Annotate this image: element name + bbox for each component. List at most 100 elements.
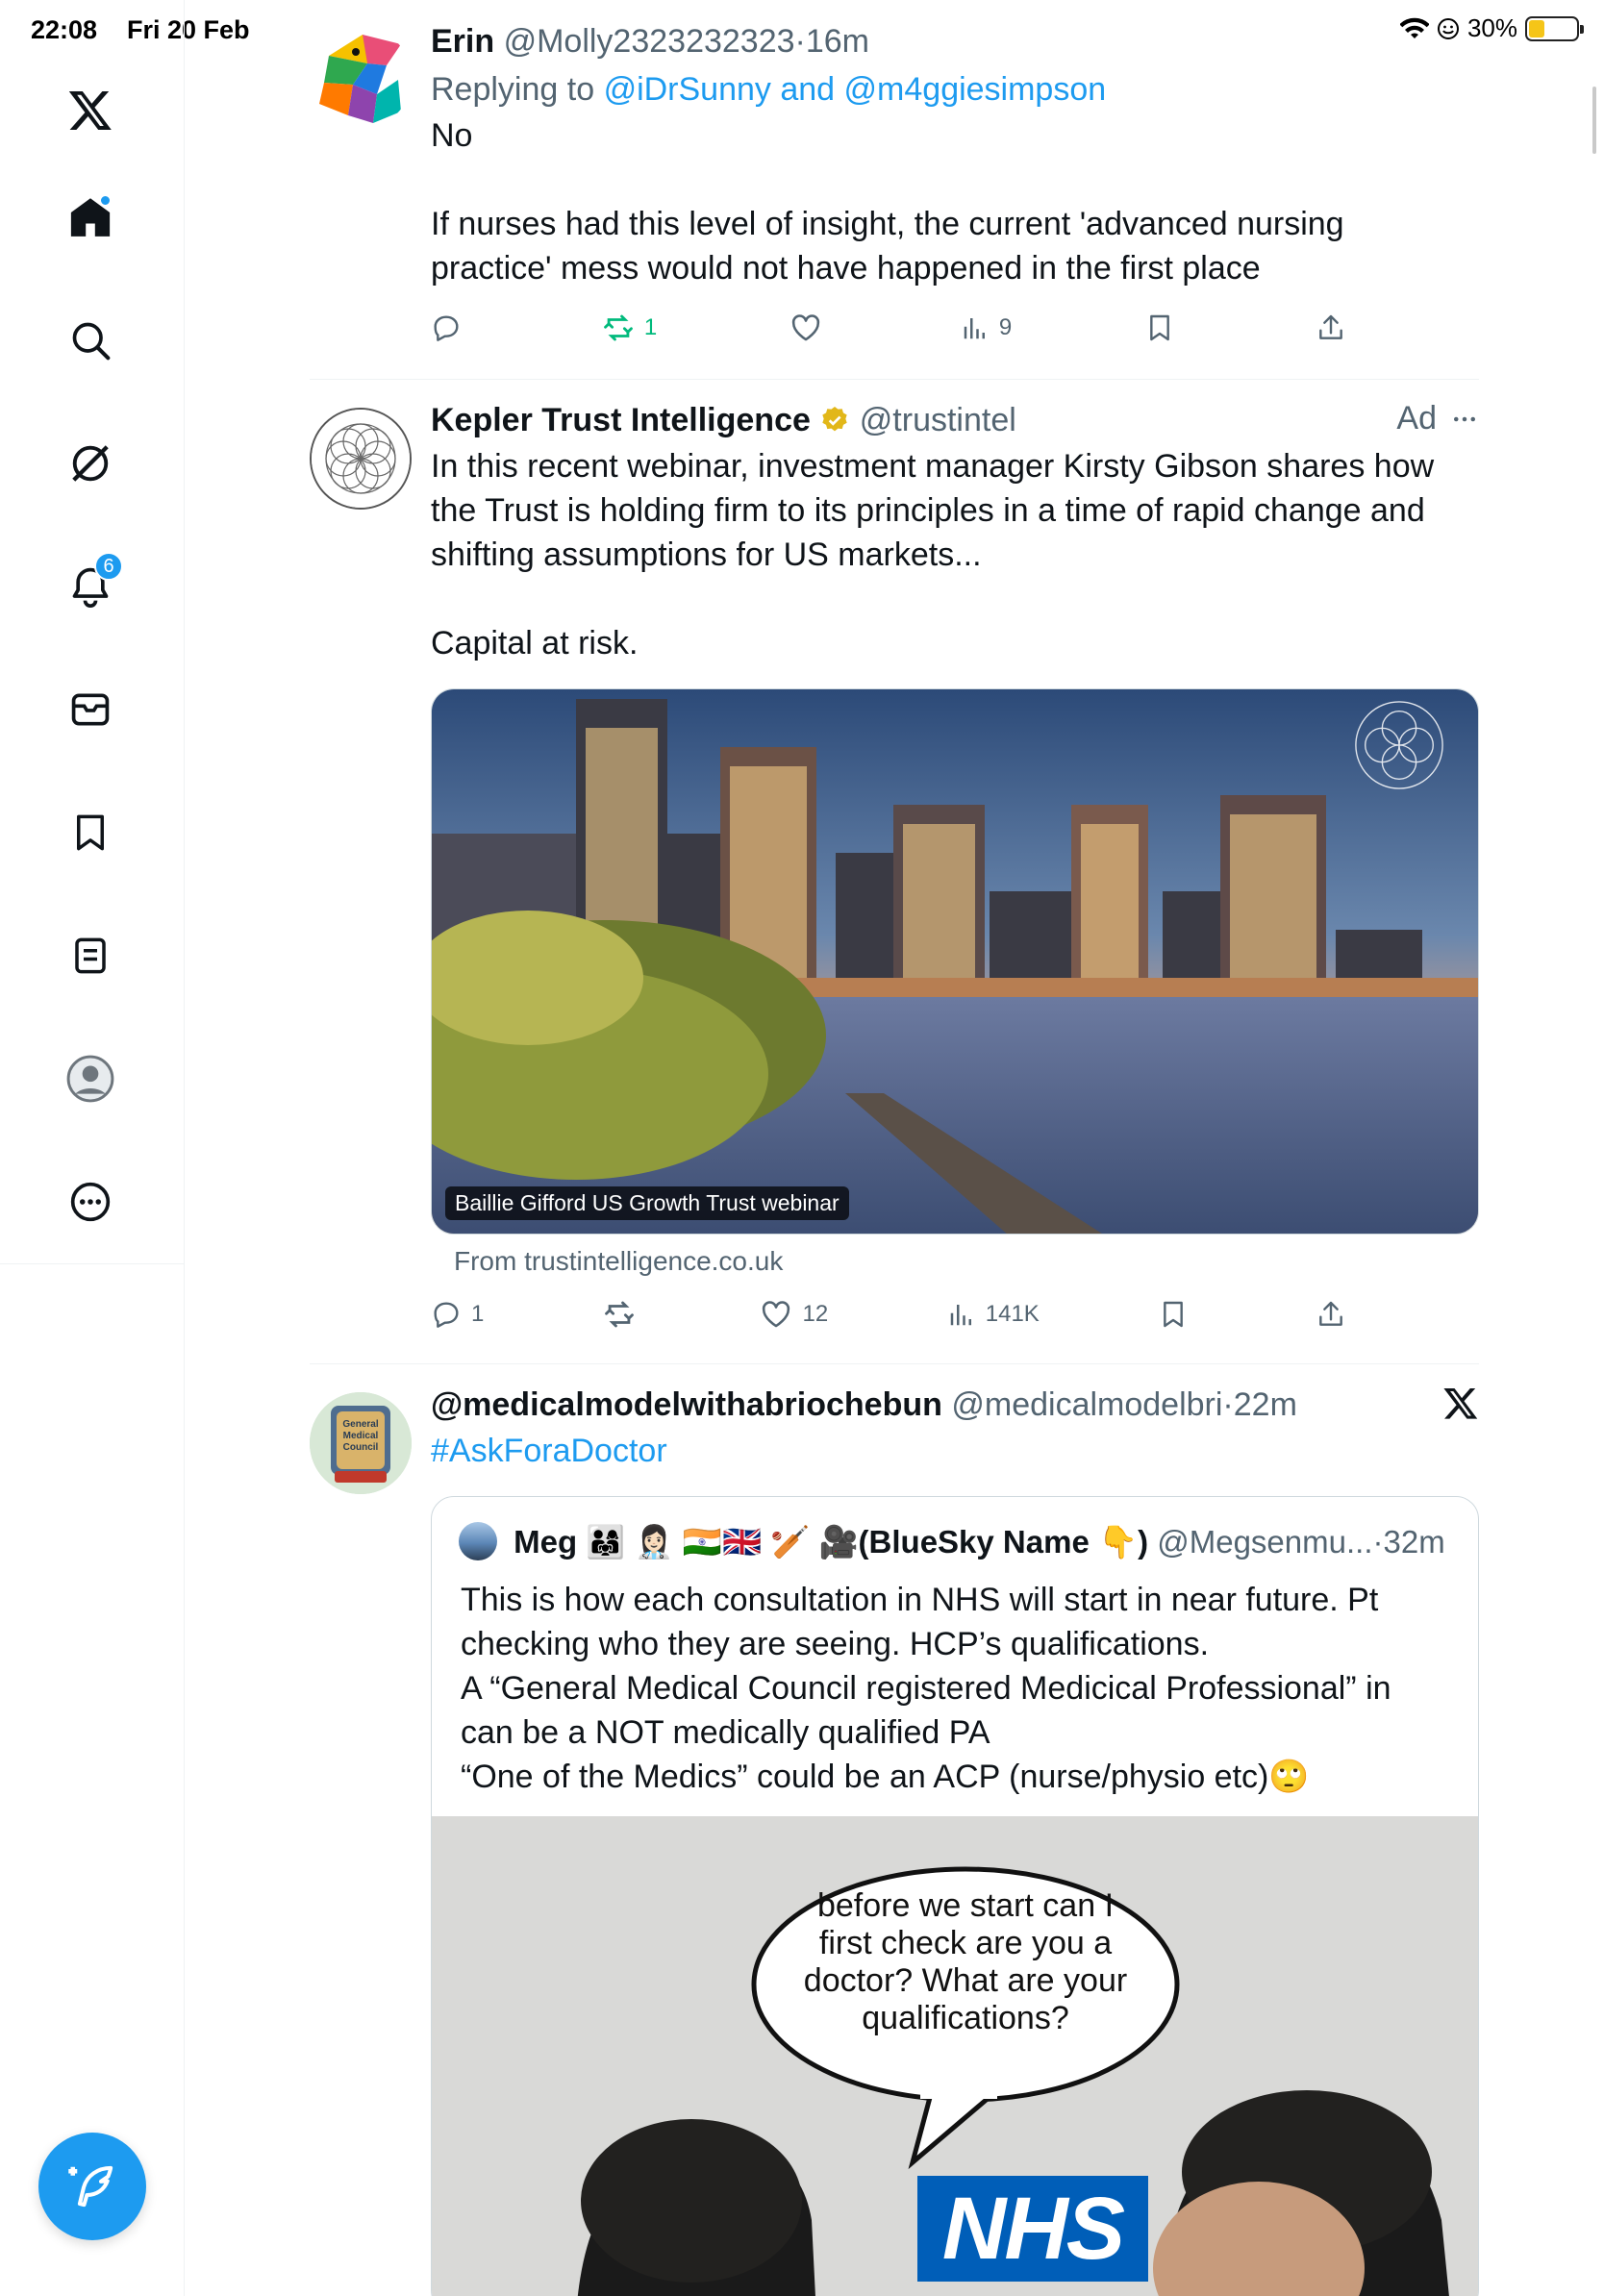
tweet-header: Erin @Molly2323232323·16m (431, 21, 1479, 62)
tweet-actions: 1 9 (431, 312, 1354, 344)
tweet-header: Kepler Trust Intelligence @trustintel (431, 400, 1479, 440)
tweet-text: In this recent webinar, investment manag… (431, 448, 1435, 573)
quote-author-name[interactable]: Meg 👨‍👩‍👧 👩🏻‍⚕️ 🇮🇳🇬🇧 🏏 🎥(BlueSky Name 👇) (514, 1524, 1148, 1560)
bookmark-icon (1150, 314, 1169, 341)
author-handle[interactable]: @Molly2323232323 (504, 23, 795, 60)
grok-icon[interactable] (63, 437, 117, 490)
tweet-separator (310, 1363, 1479, 1364)
avatar[interactable] (310, 408, 412, 510)
reply-icon (434, 315, 459, 341)
quote-author-handle[interactable]: @Megsenmu... (1157, 1524, 1372, 1560)
replying-prefix: Replying to (431, 71, 595, 108)
sidebar-divider (0, 1263, 185, 1264)
separator-dot: · (1372, 1524, 1384, 1560)
tweet-text: If nurses had this level of insight, the… (431, 206, 1344, 287)
avatar[interactable]: General Medical Council (310, 1392, 412, 1494)
bookmark-button[interactable] (1144, 312, 1183, 343)
ad-media-image[interactable]: Baillie Gifford US Growth Trust webinar (431, 688, 1479, 1235)
profile-avatar-icon[interactable] (63, 1052, 117, 1106)
tweet-actions: 1 12 141K (431, 1298, 1354, 1331)
tweet[interactable]: Kepler Trust Intelligence @trustintel Ad… (310, 400, 1479, 1352)
sidebar: 6 (0, 0, 185, 2296)
repost-icon (605, 1301, 634, 1328)
tweet-text: No (431, 117, 473, 154)
more-icon[interactable] (63, 1175, 117, 1229)
views-chart-icon (950, 1305, 971, 1326)
hashtag-link[interactable]: #AskForaDoctor (431, 1431, 1479, 1471)
reply-button[interactable]: 1 (431, 1299, 484, 1330)
tweet[interactable]: Erin @Molly2323232323·16m Replying to @i… (310, 21, 1479, 377)
verified-badge-icon (822, 407, 848, 432)
compose-post-button[interactable] (38, 2133, 146, 2240)
like-button[interactable] (789, 312, 828, 344)
tweet-header: @medicalmodelwithabriochebun @medicalmod… (431, 1385, 1479, 1425)
heart-icon (791, 314, 820, 341)
replying-to-users[interactable]: @iDrSunny and @m4ggiesimpson (604, 71, 1107, 108)
avatar-lettering: General Medical Council (342, 1419, 379, 1453)
messages-icon[interactable] (63, 683, 117, 736)
ad-header-right: Ad (1396, 400, 1479, 437)
battery-icon (1525, 15, 1584, 41)
repost-button[interactable] (603, 1298, 641, 1331)
like-count: 12 (802, 1301, 829, 1327)
ad-label: Ad (1396, 400, 1437, 437)
tweet-separator (310, 379, 1479, 380)
lists-icon[interactable] (63, 929, 117, 983)
quote-text-block: This is how each consultation in NHS wil… (461, 1578, 1432, 1799)
author-handle[interactable]: @medicalmodelbri (951, 1386, 1222, 1423)
author-handle[interactable]: @trustintel (860, 402, 1016, 438)
media-caption: Baillie Gifford US Growth Trust webinar (445, 1186, 849, 1220)
quote-avatar[interactable] (459, 1522, 497, 1560)
share-button[interactable] (1316, 1299, 1354, 1330)
separator-dot: · (1222, 1386, 1234, 1423)
like-button[interactable]: 12 (760, 1298, 828, 1331)
repost-icon (603, 314, 633, 341)
x-brand-icon[interactable] (1442, 1385, 1479, 1426)
views-chart-icon (964, 318, 985, 339)
ad-source-link[interactable]: From trustintelligence.co.uk (454, 1246, 783, 1277)
views-count: 141K (985, 1301, 1040, 1327)
quote-text: A “General Medical Council registered Me… (461, 1670, 1391, 1751)
quote-media-image[interactable]: before we start can I first check are yo… (432, 1816, 1478, 2296)
notifications-badge: 6 (94, 552, 123, 581)
home-icon[interactable] (63, 190, 117, 244)
x-logo-icon[interactable] (63, 83, 117, 137)
author-name[interactable]: @medicalmodelwithabriochebun (431, 1386, 942, 1423)
more-options-icon[interactable] (1450, 405, 1479, 434)
views-count: 9 (998, 314, 1013, 340)
compose-feather-icon (68, 2165, 113, 2208)
share-button[interactable] (1316, 312, 1354, 343)
bookmark-button[interactable] (1158, 1299, 1196, 1330)
tweet-text: Capital at risk. (431, 625, 639, 661)
notifications-bell-icon[interactable]: 6 (63, 552, 123, 613)
bookmarks-icon[interactable] (63, 806, 117, 860)
heart-icon (763, 1301, 790, 1328)
share-icon (1319, 314, 1342, 339)
speech-bubble-text: before we start can I first check are yo… (803, 1887, 1128, 2036)
nhs-logo: NHS (941, 2179, 1125, 2278)
brand-logo-icon (1355, 701, 1443, 789)
views-button[interactable]: 141K (947, 1300, 1040, 1329)
repost-count: 1 (643, 314, 658, 340)
separator-dot: · (794, 23, 806, 60)
quote-time: 32m (1383, 1524, 1445, 1560)
reply-button[interactable] (431, 312, 469, 343)
quote-text: “One of the Medics” could be an ACP (nur… (461, 1759, 1310, 1795)
repost-button[interactable]: 1 (602, 312, 657, 344)
reply-icon (434, 1302, 459, 1328)
quote-text: This is how each consultation in NHS wil… (461, 1582, 1379, 1662)
share-icon (1319, 1301, 1342, 1326)
author-name[interactable]: Erin (431, 23, 494, 60)
replying-to: Replying to @iDrSunny and @m4ggiesimpson (431, 69, 1479, 110)
bookmark-icon (1164, 1301, 1184, 1328)
tweet-time[interactable]: 22m (1234, 1386, 1297, 1423)
search-icon[interactable] (63, 313, 117, 367)
scroll-indicator[interactable] (1592, 87, 1596, 154)
tweet[interactable]: General Medical Council @medicalmodelwit… (310, 1385, 1479, 2296)
author-name[interactable]: Kepler Trust Intelligence (431, 402, 811, 438)
quoted-tweet[interactable]: Meg 👨‍👩‍👧 👩🏻‍⚕️ 🇮🇳🇬🇧 🏏 🎥(BlueSky Name 👇)… (431, 1496, 1479, 2296)
tweet-time[interactable]: 16m (806, 23, 869, 60)
quote-header: Meg 👨‍👩‍👧 👩🏻‍⚕️ 🇮🇳🇬🇧 🏏 🎥(BlueSky Name 👇)… (459, 1522, 1455, 1561)
views-button[interactable]: 9 (961, 313, 1012, 342)
avatar[interactable] (310, 27, 412, 129)
